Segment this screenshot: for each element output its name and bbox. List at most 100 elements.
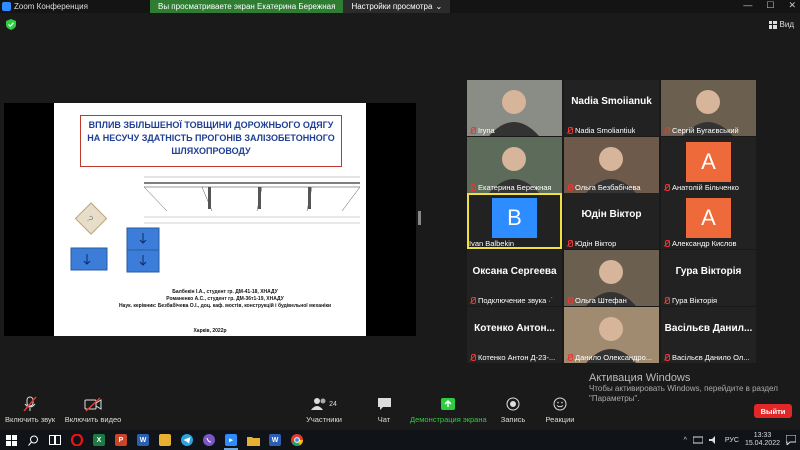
author-line: Балбекін І.А., студент гр. ДМ-41-18, ХНА… xyxy=(172,289,278,295)
participant-tile[interactable]: Данило Олександро... xyxy=(564,307,659,363)
muted-mic-icon xyxy=(663,184,670,191)
zoom-taskbar-icon[interactable]: ▸ xyxy=(220,430,242,450)
participant-tile[interactable]: Ольга Штефан xyxy=(564,250,659,306)
participant-name: Данило Олександро... xyxy=(575,353,652,362)
chat-icon xyxy=(377,398,391,410)
chrome-icon[interactable] xyxy=(286,430,308,450)
muted-mic-icon xyxy=(663,240,670,247)
excel-icon[interactable]: X xyxy=(88,430,110,450)
participant-name: Екатерина Бережная xyxy=(478,183,552,192)
participant-tile[interactable]: Васільєв Данил... Васільєв Данило Ол... xyxy=(661,307,756,363)
chevron-down-icon: ⌄ xyxy=(435,2,443,11)
participant-video xyxy=(564,137,659,193)
participant-tile[interactable]: A Анатолій Більченко xyxy=(661,137,756,193)
slide-authors: Балбекін І.А., студент гр. ДМ-41-18, ХНА… xyxy=(54,289,366,310)
maximize-button[interactable]: ☐ xyxy=(766,0,774,11)
search-icon[interactable] xyxy=(22,430,44,450)
participant-tile[interactable]: Оксана Сергеева Подключение звука ·˙ xyxy=(467,250,562,306)
participant-big-name: Котенко Антон... xyxy=(474,323,555,334)
participant-name: Подключение звука ·˙ xyxy=(478,296,554,305)
activation-body: Чтобы активировать Windows, перейдите в … xyxy=(589,384,778,403)
muted-mic-icon xyxy=(469,127,476,134)
bridge-drawing xyxy=(143,176,361,224)
opera-icon[interactable] xyxy=(66,430,88,450)
author-line: Наук. керівник: Безбабічева О.І., доц. к… xyxy=(118,303,332,309)
record-icon xyxy=(506,397,520,411)
participants-count: 24 xyxy=(329,400,337,408)
muted-mic-icon xyxy=(566,297,573,304)
participant-tile[interactable]: A Александр Кислов xyxy=(661,193,756,249)
participants-button[interactable]: 24 Участники xyxy=(302,396,346,424)
clock-time: 13:33 xyxy=(753,432,772,439)
view-options-button[interactable]: Настройки просмотра ⌄ xyxy=(343,0,451,13)
viber-icon[interactable] xyxy=(198,430,220,450)
share-screen-button[interactable]: Демонстрация экрана xyxy=(410,396,487,424)
participant-name: Ivan Balbekin xyxy=(469,239,515,248)
muted-mic-icon xyxy=(566,240,573,247)
participant-name-label: Котенко Антон Д-23-... xyxy=(469,353,555,362)
unmute-label: Включить звук xyxy=(4,415,56,424)
volume-icon[interactable] xyxy=(708,436,719,444)
system-tray: ^ РУС 13:33 15.04.2022 xyxy=(684,430,796,450)
participants-label: Участники xyxy=(306,415,342,424)
leave-meeting-button[interactable]: Выйти xyxy=(754,404,792,418)
powerpoint-icon[interactable]: P xyxy=(110,430,132,450)
zoom-app-icon xyxy=(2,2,11,11)
word-icon[interactable]: W xyxy=(132,430,154,450)
participant-name-label: Ольга Безбабічева xyxy=(566,183,641,192)
task-view-icon[interactable] xyxy=(44,430,66,450)
participant-tile[interactable]: Котенко Антон... Котенко Антон Д-23-... xyxy=(467,307,562,363)
record-button[interactable]: Запись xyxy=(498,396,528,424)
muted-mic-icon xyxy=(469,184,476,191)
clock[interactable]: 13:33 15.04.2022 xyxy=(745,432,780,448)
muted-mic-icon xyxy=(566,354,573,361)
chat-button[interactable]: Чат xyxy=(372,396,396,424)
view-options-label: Настройки просмотра xyxy=(351,2,433,11)
muted-mic-icon xyxy=(663,127,670,134)
telegram-icon[interactable] xyxy=(176,430,198,450)
participant-tile[interactable]: Nadia Smoiianuk Nadia Smoliantiuk xyxy=(564,80,659,136)
reactions-button[interactable]: Реакции xyxy=(544,396,576,424)
participant-video xyxy=(564,250,659,306)
windows-start-icon[interactable] xyxy=(0,430,22,450)
start-video-button[interactable]: Включить видео xyxy=(62,396,124,424)
panel-resize-handle[interactable] xyxy=(418,211,421,225)
muted-mic-icon xyxy=(469,354,476,361)
participant-name-label: Екатерина Бережная xyxy=(469,183,551,192)
slide-city: Харків, 2022р xyxy=(193,328,227,334)
video-label: Включить видео xyxy=(64,415,122,424)
participant-tile[interactable]: Iryna xyxy=(467,80,562,136)
participant-name-label: Анатолій Більченко xyxy=(663,183,739,192)
shield-icon[interactable] xyxy=(6,19,16,30)
participant-big-name: Nadia Smoiianuk xyxy=(571,96,652,107)
close-button[interactable]: ✕ xyxy=(788,0,796,11)
view-button[interactable]: Вид xyxy=(768,20,794,29)
muted-mic-icon xyxy=(663,297,670,304)
word-document-icon[interactable]: W xyxy=(264,430,286,450)
screen-share-banner: Вы просматриваете экран Екатерина Бережн… xyxy=(150,0,451,13)
participant-name: Nadia Smoliantiuk xyxy=(575,126,636,135)
participant-video xyxy=(564,307,659,363)
participant-video xyxy=(467,137,562,193)
chevron-up-icon[interactable]: ^ xyxy=(684,437,687,444)
minimize-button[interactable]: — xyxy=(743,0,752,11)
participant-big-name: Юдін Віктор xyxy=(581,209,642,220)
participants-icon xyxy=(311,398,326,410)
participant-name-label: Юдін Віктор xyxy=(566,239,616,248)
windows-activation-watermark: Активация Windows Чтобы активировать Win… xyxy=(589,372,779,404)
reactions-label: Реакции xyxy=(545,415,575,424)
participant-name: Котенко Антон Д-23-... xyxy=(478,353,556,362)
participant-tile[interactable]: Екатерина Бережная xyxy=(467,137,562,193)
notifications-icon[interactable] xyxy=(786,435,796,445)
participant-tile[interactable]: Сергій Бугаєвський xyxy=(661,80,756,136)
file-explorer-icon[interactable] xyxy=(154,430,176,450)
participant-tile[interactable]: Гура Вікторія Гура Вікторія xyxy=(661,250,756,306)
participant-name-label: Ivan Balbekin xyxy=(469,239,514,248)
participant-tile[interactable]: Юдін Віктор Юдін Віктор xyxy=(564,193,659,249)
folder-icon[interactable] xyxy=(242,430,264,450)
language-indicator[interactable]: РУС xyxy=(725,437,739,444)
network-icon[interactable] xyxy=(692,436,703,444)
unmute-button[interactable]: Включить звук xyxy=(4,396,56,424)
participant-tile[interactable]: Ольга Безбабічева xyxy=(564,137,659,193)
participant-tile[interactable]: B Ivan Balbekin xyxy=(467,193,562,249)
